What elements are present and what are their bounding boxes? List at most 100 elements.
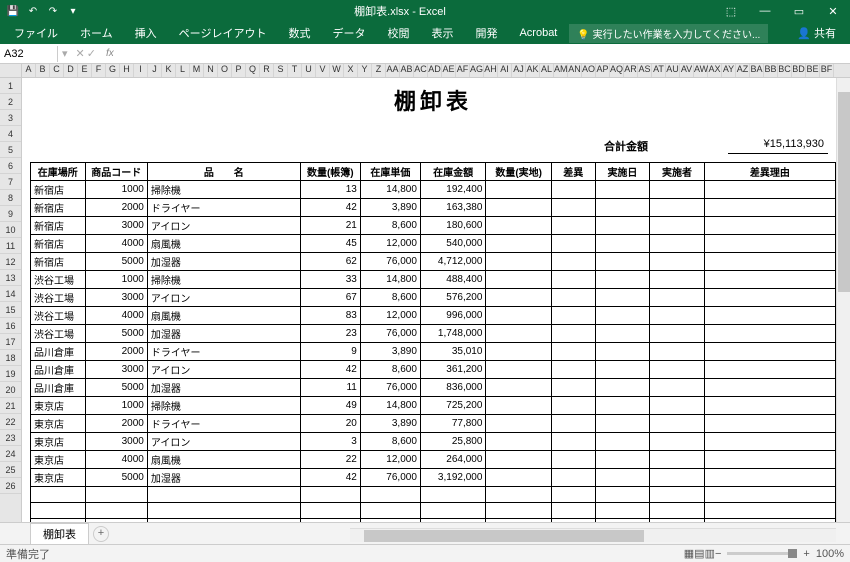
table-cell[interactable] bbox=[650, 469, 705, 487]
table-cell[interactable]: 23 bbox=[300, 325, 360, 343]
col-header[interactable]: AU bbox=[666, 64, 680, 77]
table-cell[interactable]: 725,200 bbox=[420, 397, 486, 415]
table-cell[interactable] bbox=[486, 343, 552, 361]
table-cell[interactable]: 45 bbox=[300, 235, 360, 253]
table-cell[interactable] bbox=[551, 199, 595, 217]
table-cell[interactable]: 渋谷工場 bbox=[31, 325, 86, 343]
table-cell[interactable] bbox=[486, 199, 552, 217]
col-header[interactable]: BF bbox=[820, 64, 834, 77]
col-header[interactable]: AF bbox=[456, 64, 470, 77]
table-cell[interactable] bbox=[650, 487, 705, 503]
table-cell[interactable]: 12,000 bbox=[360, 451, 420, 469]
table-cell[interactable]: 東京店 bbox=[31, 433, 86, 451]
col-header[interactable]: Y bbox=[358, 64, 372, 77]
table-cell[interactable]: 東京店 bbox=[31, 451, 86, 469]
table-cell[interactable]: 361,200 bbox=[420, 361, 486, 379]
table-cell[interactable] bbox=[650, 253, 705, 271]
qat-dropdown-icon[interactable]: ▾ bbox=[66, 4, 80, 18]
col-header[interactable]: S bbox=[274, 64, 288, 77]
table-cell[interactable] bbox=[595, 325, 650, 343]
table-cell[interactable] bbox=[650, 235, 705, 253]
table-cell[interactable] bbox=[704, 289, 835, 307]
row-header[interactable]: 8 bbox=[0, 190, 21, 206]
table-cell[interactable] bbox=[551, 469, 595, 487]
horizontal-scrollbar[interactable] bbox=[350, 528, 836, 542]
table-cell[interactable]: 35,010 bbox=[420, 343, 486, 361]
table-cell[interactable]: 掃除機 bbox=[147, 271, 300, 289]
table-cell[interactable] bbox=[486, 433, 552, 451]
table-cell[interactable] bbox=[704, 361, 835, 379]
table-cell[interactable] bbox=[486, 307, 552, 325]
zoom-in-button[interactable]: + bbox=[803, 548, 809, 560]
maximize-button[interactable]: ▭ bbox=[782, 0, 816, 22]
table-cell[interactable]: 192,400 bbox=[420, 181, 486, 199]
table-cell[interactable] bbox=[650, 503, 705, 519]
table-cell[interactable]: 加湿器 bbox=[147, 469, 300, 487]
table-cell[interactable]: ドライヤー bbox=[147, 199, 300, 217]
row-header[interactable]: 5 bbox=[0, 142, 21, 158]
table-cell[interactable] bbox=[420, 519, 486, 523]
worksheet-grid[interactable]: 棚卸表 合計金額 ¥15,113,930 在庫場所商品コード品 名数量(帳簿)在… bbox=[22, 78, 850, 522]
table-cell[interactable]: 4000 bbox=[85, 451, 147, 469]
tab-formulas[interactable]: 数式 bbox=[278, 23, 320, 43]
col-header[interactable]: AB bbox=[400, 64, 414, 77]
table-cell[interactable] bbox=[360, 487, 420, 503]
table-cell[interactable]: 東京店 bbox=[31, 415, 86, 433]
col-header[interactable]: AC bbox=[414, 64, 428, 77]
table-cell[interactable]: 3000 bbox=[85, 289, 147, 307]
table-cell[interactable]: 76,000 bbox=[360, 469, 420, 487]
col-header[interactable]: BE bbox=[806, 64, 820, 77]
table-cell[interactable]: 67 bbox=[300, 289, 360, 307]
table-cell[interactable] bbox=[300, 487, 360, 503]
table-cell[interactable]: 42 bbox=[300, 199, 360, 217]
table-cell[interactable] bbox=[486, 361, 552, 379]
table-cell[interactable] bbox=[360, 519, 420, 523]
fx-icon[interactable]: fx bbox=[100, 48, 120, 59]
select-all-corner[interactable] bbox=[0, 64, 22, 77]
table-cell[interactable]: 8,600 bbox=[360, 217, 420, 235]
row-header[interactable]: 19 bbox=[0, 366, 21, 382]
table-cell[interactable]: 4000 bbox=[85, 235, 147, 253]
table-cell[interactable]: 3,890 bbox=[360, 343, 420, 361]
table-cell[interactable] bbox=[300, 519, 360, 523]
table-cell[interactable] bbox=[595, 235, 650, 253]
zoom-level[interactable]: 100% bbox=[816, 548, 844, 560]
table-cell[interactable] bbox=[486, 289, 552, 307]
table-cell[interactable] bbox=[551, 343, 595, 361]
table-cell[interactable]: 渋谷工場 bbox=[31, 271, 86, 289]
table-cell[interactable] bbox=[595, 217, 650, 235]
table-cell[interactable]: 77,800 bbox=[420, 415, 486, 433]
table-cell[interactable] bbox=[650, 271, 705, 289]
table-cell[interactable]: 扇風機 bbox=[147, 235, 300, 253]
col-header[interactable]: AG bbox=[470, 64, 484, 77]
table-cell[interactable] bbox=[486, 325, 552, 343]
tab-insert[interactable]: 挿入 bbox=[125, 23, 167, 43]
table-cell[interactable] bbox=[85, 503, 147, 519]
table-cell[interactable] bbox=[704, 415, 835, 433]
table-cell[interactable]: 渋谷工場 bbox=[31, 289, 86, 307]
col-header[interactable]: AN bbox=[568, 64, 582, 77]
tab-home[interactable]: ホーム bbox=[70, 23, 123, 43]
col-header[interactable]: V bbox=[316, 64, 330, 77]
table-cell[interactable]: 42 bbox=[300, 361, 360, 379]
col-header[interactable]: H bbox=[120, 64, 134, 77]
vertical-scrollbar[interactable] bbox=[836, 78, 850, 522]
view-pagebreak-icon[interactable]: ▥ bbox=[705, 547, 715, 560]
add-sheet-button[interactable]: + bbox=[93, 526, 109, 542]
table-cell[interactable] bbox=[650, 433, 705, 451]
table-cell[interactable] bbox=[650, 289, 705, 307]
table-cell[interactable]: 3000 bbox=[85, 433, 147, 451]
col-header[interactable]: AQ bbox=[610, 64, 624, 77]
row-header[interactable]: 13 bbox=[0, 270, 21, 286]
table-cell[interactable] bbox=[650, 343, 705, 361]
table-cell[interactable] bbox=[486, 397, 552, 415]
table-cell[interactable]: 4000 bbox=[85, 307, 147, 325]
table-cell[interactable]: 品川倉庫 bbox=[31, 343, 86, 361]
col-header[interactable]: AE bbox=[442, 64, 456, 77]
row-header[interactable]: 21 bbox=[0, 398, 21, 414]
col-header[interactable]: R bbox=[260, 64, 274, 77]
table-cell[interactable]: 東京店 bbox=[31, 469, 86, 487]
tab-file[interactable]: ファイル bbox=[4, 23, 68, 43]
table-cell[interactable] bbox=[704, 235, 835, 253]
table-cell[interactable]: 東京店 bbox=[31, 397, 86, 415]
